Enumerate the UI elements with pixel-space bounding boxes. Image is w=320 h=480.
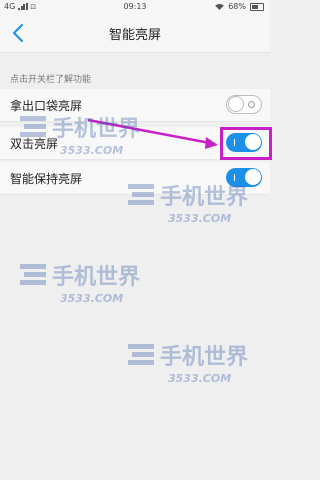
watermark-brand: 手机世界 (160, 345, 248, 370)
watermark-domain: 3533.COM (60, 144, 123, 157)
watermark-domain: 3533.COM (60, 292, 123, 305)
watermark-logo: 手机世界 3533.COM (20, 116, 140, 157)
watermark-logo: 手机世界 3533.COM (128, 344, 248, 385)
watermark-brand: 手机世界 (52, 117, 140, 142)
watermark-brand: 手机世界 (160, 185, 248, 210)
watermark-brand: 手机世界 (52, 265, 140, 290)
watermark-domain: 3533.COM (168, 372, 231, 385)
annotation-arrow-icon (87, 118, 218, 149)
watermark-domain: 3533.COM (168, 212, 231, 225)
watermark-logo: 手机世界 3533.COM (20, 264, 140, 305)
watermark-logo: 手机世界 3533.COM (128, 184, 248, 225)
